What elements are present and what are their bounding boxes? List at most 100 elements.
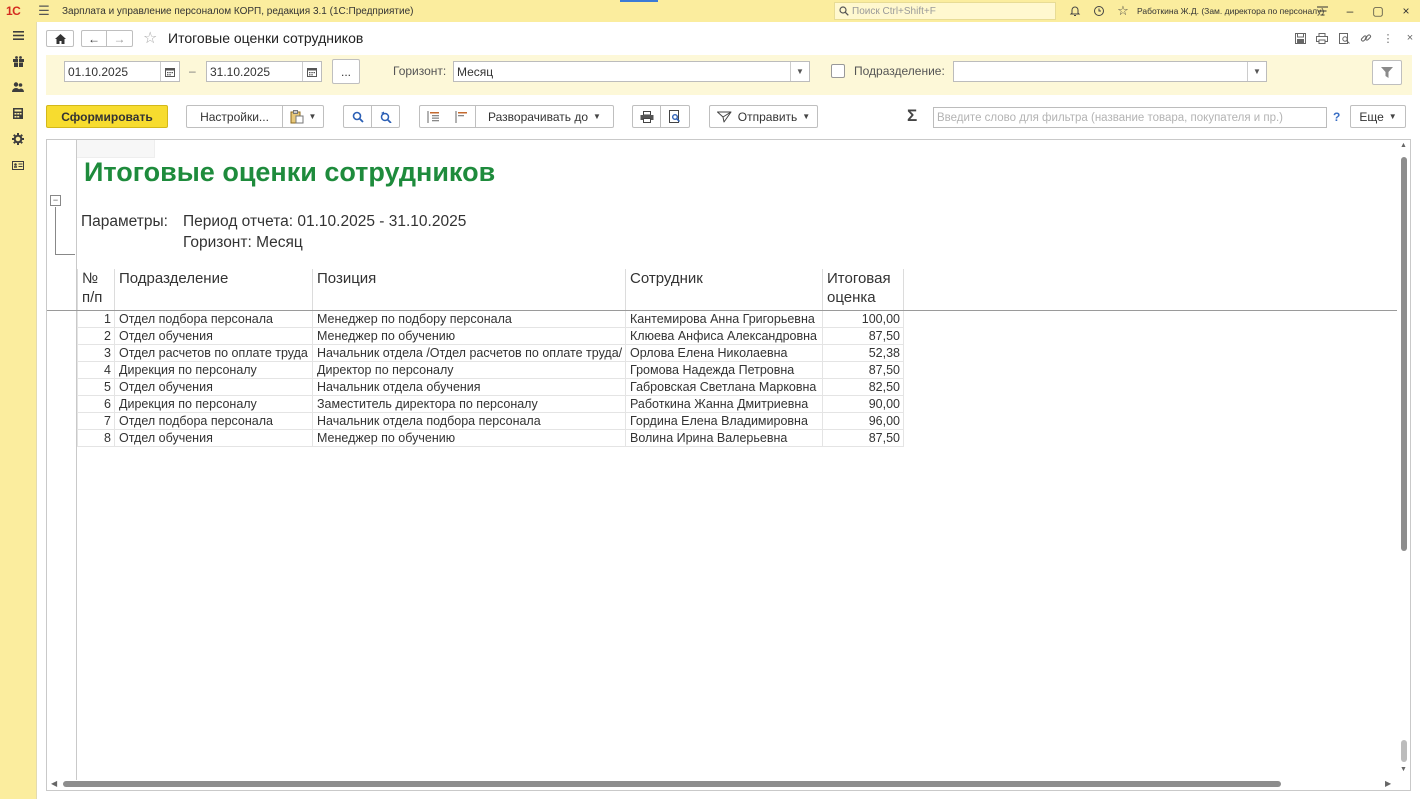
column-header-text: Позиция xyxy=(317,270,377,287)
settings-menu-icon[interactable] xyxy=(1308,0,1336,22)
cell-position: Директор по персоналу xyxy=(313,362,626,379)
preview-icon[interactable] xyxy=(1333,28,1355,48)
table-row[interactable]: 5 Отдел обучения Начальник отдела обучен… xyxy=(77,379,904,396)
cell-employee: Гордина Елена Владимировна xyxy=(626,413,823,430)
column-header-text: Сотрудник xyxy=(630,270,703,287)
people-icon[interactable] xyxy=(0,74,36,100)
main-menu-icon[interactable]: ☰ xyxy=(36,0,52,22)
cell-position: Начальник отдела /Отдел расчетов по опла… xyxy=(313,345,626,362)
table-row[interactable]: 7 Отдел подбора персонала Начальник отде… xyxy=(77,413,904,430)
report-filter-input[interactable]: Введите слово для фильтра (название това… xyxy=(933,107,1327,128)
forward-button[interactable]: → xyxy=(107,30,133,47)
gift-icon[interactable] xyxy=(0,48,36,74)
table-row[interactable]: 8 Отдел обучения Менеджер по обучению Во… xyxy=(77,430,904,447)
cell-division: Отдел обучения xyxy=(115,379,313,396)
more-actions-icon[interactable]: ⋮ xyxy=(1377,28,1399,48)
favorites-star-icon[interactable]: ☆ xyxy=(1111,0,1135,22)
minimize-icon[interactable]: – xyxy=(1336,0,1364,22)
sum-icon[interactable]: Σ xyxy=(907,106,917,126)
arrow-left-icon: ← xyxy=(88,31,100,46)
app-logo[interactable]: 1С xyxy=(6,0,32,22)
print-icon[interactable] xyxy=(1311,28,1333,48)
vertical-scrollbar[interactable]: ▲ ▼ xyxy=(1398,140,1410,778)
more-button[interactable]: Еще ▼ xyxy=(1350,105,1406,128)
settings-button[interactable]: Настройки... xyxy=(186,105,283,128)
history-icon[interactable] xyxy=(1087,0,1111,22)
horizontal-scroll-thumb[interactable] xyxy=(63,781,1281,787)
send-button[interactable]: Отправить ▼ xyxy=(709,105,818,128)
help-icon[interactable]: ? xyxy=(1333,110,1340,124)
chevron-down-icon: ▼ xyxy=(308,112,317,121)
arrow-right-icon: → xyxy=(113,31,126,46)
add-to-favorites-star-icon[interactable]: ☆ xyxy=(143,28,157,48)
table-row[interactable]: 6 Дирекция по персоналу Заместитель дире… xyxy=(77,396,904,413)
gear-icon[interactable] xyxy=(0,126,36,152)
calculator-icon[interactable] xyxy=(0,100,36,126)
scroll-right-icon[interactable]: ▶ xyxy=(1385,779,1391,788)
horizon-select[interactable]: Месяц ▼ xyxy=(453,61,810,82)
print-button[interactable] xyxy=(632,105,661,128)
find-button[interactable] xyxy=(343,105,372,128)
filter-panel: 01.10.2025 – 31.10.2025 ... Горизонт: Ме… xyxy=(46,55,1412,95)
link-icon[interactable] xyxy=(1355,28,1377,48)
generate-button[interactable]: Сформировать xyxy=(46,105,168,128)
vertical-scroll-track-end xyxy=(1401,740,1407,762)
table-row[interactable]: 3 Отдел расчетов по оплате труда Начальн… xyxy=(77,345,904,362)
menu-icon[interactable] xyxy=(0,22,36,48)
chevron-down-icon[interactable]: ▼ xyxy=(1247,62,1266,81)
cell-position: Заместитель директора по персоналу xyxy=(313,396,626,413)
header-divider xyxy=(47,310,77,311)
close-icon[interactable]: × xyxy=(1392,0,1420,22)
save-icon[interactable] xyxy=(1289,28,1311,48)
cell-score: 90,00 xyxy=(823,396,904,413)
division-select[interactable]: ▼ xyxy=(953,61,1267,82)
collapse-all-button[interactable] xyxy=(447,105,476,128)
print-preview-button[interactable] xyxy=(660,105,690,128)
window-controls: – ▢ × xyxy=(1308,0,1420,22)
back-button[interactable]: ← xyxy=(81,30,107,47)
horizon-value: Месяц xyxy=(457,64,494,79)
variants-button[interactable]: ▼ xyxy=(282,105,324,128)
horizontal-scrollbar[interactable]: ◀ ▶ xyxy=(47,778,1398,790)
cell-position: Начальник отдела подбора персонала xyxy=(313,413,626,430)
cell-score: 87,50 xyxy=(823,430,904,447)
cell-score: 87,50 xyxy=(823,328,904,345)
global-search-input[interactable]: Поиск Ctrl+Shift+F xyxy=(834,2,1056,20)
table-row[interactable]: 4 Дирекция по персоналу Директор по перс… xyxy=(77,362,904,379)
restore-icon[interactable]: ▢ xyxy=(1364,0,1392,22)
current-user[interactable]: Работкина Ж.Д. (Зам. директора по персон… xyxy=(1137,0,1324,22)
division-checkbox[interactable] xyxy=(831,64,845,78)
close-form-icon[interactable]: × xyxy=(1399,28,1420,48)
bell-icon[interactable] xyxy=(1063,0,1087,22)
send-icon xyxy=(716,111,732,122)
calendar-icon[interactable] xyxy=(160,62,179,81)
scroll-up-icon[interactable]: ▲ xyxy=(1400,142,1407,149)
chevron-down-icon[interactable]: ▼ xyxy=(790,62,809,81)
select-period-button[interactable]: ... xyxy=(332,59,360,84)
id-card-icon[interactable] xyxy=(0,152,36,178)
vertical-scroll-thumb[interactable] xyxy=(1401,157,1407,551)
app-title: Зарплата и управление персоналом КОРП, р… xyxy=(62,5,414,17)
find-next-button[interactable] xyxy=(371,105,400,128)
search-icon xyxy=(839,6,849,16)
table-row[interactable]: 2 Отдел обучения Менеджер по обучению Кл… xyxy=(77,328,904,345)
calendar-icon[interactable] xyxy=(302,62,321,81)
column-header-position: Позиция xyxy=(313,269,626,310)
table-row[interactable]: 1 Отдел подбора персонала Менеджер по по… xyxy=(77,311,904,328)
scroll-left-icon[interactable]: ◀ xyxy=(51,779,57,788)
collapse-group-icon[interactable]: − xyxy=(50,195,61,206)
expand-to-button[interactable]: Разворачивать до ▼ xyxy=(475,105,614,128)
column-header-text: п/п xyxy=(82,289,103,306)
cell-number: 3 xyxy=(77,345,115,362)
search-next-icon xyxy=(380,111,392,123)
expand-all-button[interactable] xyxy=(419,105,448,128)
date-to-input[interactable]: 31.10.2025 xyxy=(206,61,322,82)
cell-division: Дирекция по персоналу xyxy=(115,362,313,379)
home-button[interactable] xyxy=(46,30,74,47)
filter-button[interactable] xyxy=(1372,60,1402,85)
scroll-down-icon[interactable]: ▼ xyxy=(1400,766,1407,773)
cell-division: Отдел подбора персонала xyxy=(115,311,313,328)
report-spreadsheet[interactable]: − Итоговые оценки сотрудников Параметры:… xyxy=(46,139,1411,791)
clipboard-icon xyxy=(290,109,304,123)
date-from-input[interactable]: 01.10.2025 xyxy=(64,61,180,82)
